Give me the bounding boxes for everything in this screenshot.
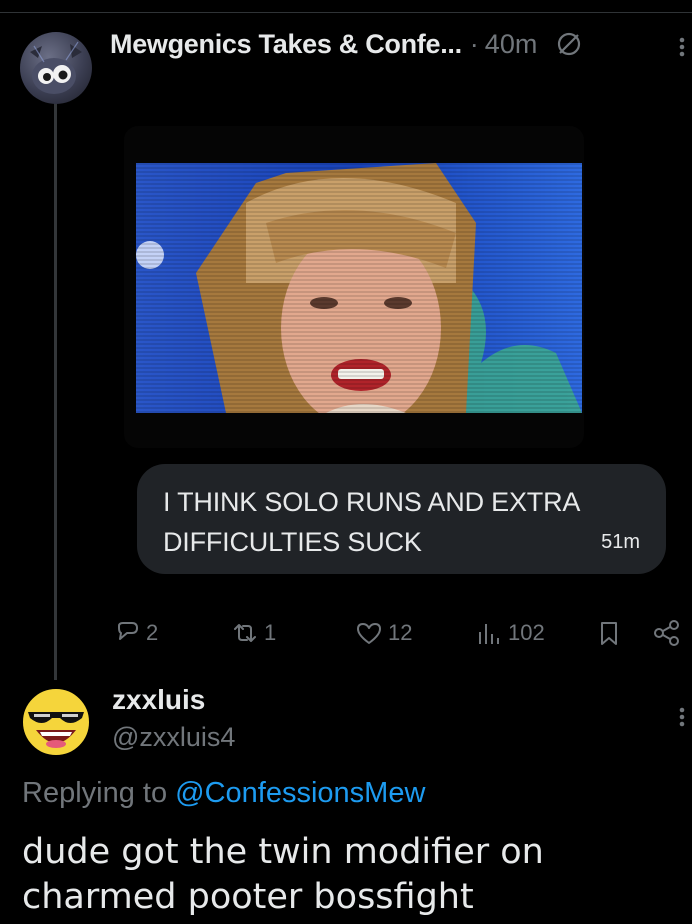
message-text: I THINK SOLO RUNS AND EXTRA DIFFICULTIES… [163,487,579,557]
repost-button[interactable]: 1 [230,614,276,652]
bookmark-icon [601,622,617,645]
post-more-icon[interactable] [670,32,692,62]
post-author-name[interactable]: Mewgenics Takes & Confe... [110,29,462,60]
repost-count: 1 [264,620,277,645]
reply-author-name[interactable]: zxxluis [112,684,205,716]
replying-to-mention[interactable]: @ConfessionsMew [175,777,425,809]
message-bubble: I THINK SOLO RUNS AND EXTRA DIFFICULTIES… [137,464,666,574]
share-icon [654,620,679,646]
replying-to-label: Replying to [22,777,168,809]
reply-author-avatar[interactable] [20,686,92,758]
separator-dot: · [469,28,479,59]
like-button[interactable]: 12 [354,614,412,652]
reply-count: 2 [146,620,159,645]
share-button[interactable] [652,614,682,652]
replying-to-line: Replying to @ConfessionsMew [22,777,425,810]
views-icon [479,624,499,644]
reply-author-handle[interactable]: @zxxluis4 [112,722,235,753]
bookmark-button[interactable] [594,614,624,652]
post-time[interactable]: 40m [485,29,538,60]
views-count: 102 [508,620,545,645]
post-media-image[interactable] [136,163,582,413]
thread-line [54,98,57,680]
repost-icon [234,624,256,642]
post-action-bar: 2 1 12 102 [0,614,692,652]
like-icon [357,623,381,644]
post-author-avatar[interactable] [20,32,92,104]
top-divider [0,12,692,13]
views-button[interactable]: 102 [474,614,545,652]
message-time: 51m [601,531,640,553]
reply-icon [118,622,138,640]
reply-text: dude got the twin modifier on charmed po… [22,832,544,917]
post-header: Mewgenics Takes & Confe... · 40m [110,26,583,62]
reply-button[interactable]: 2 [112,614,158,652]
like-count: 12 [388,620,413,645]
reply-more-icon[interactable] [670,702,692,732]
no-entry-icon [555,30,583,58]
